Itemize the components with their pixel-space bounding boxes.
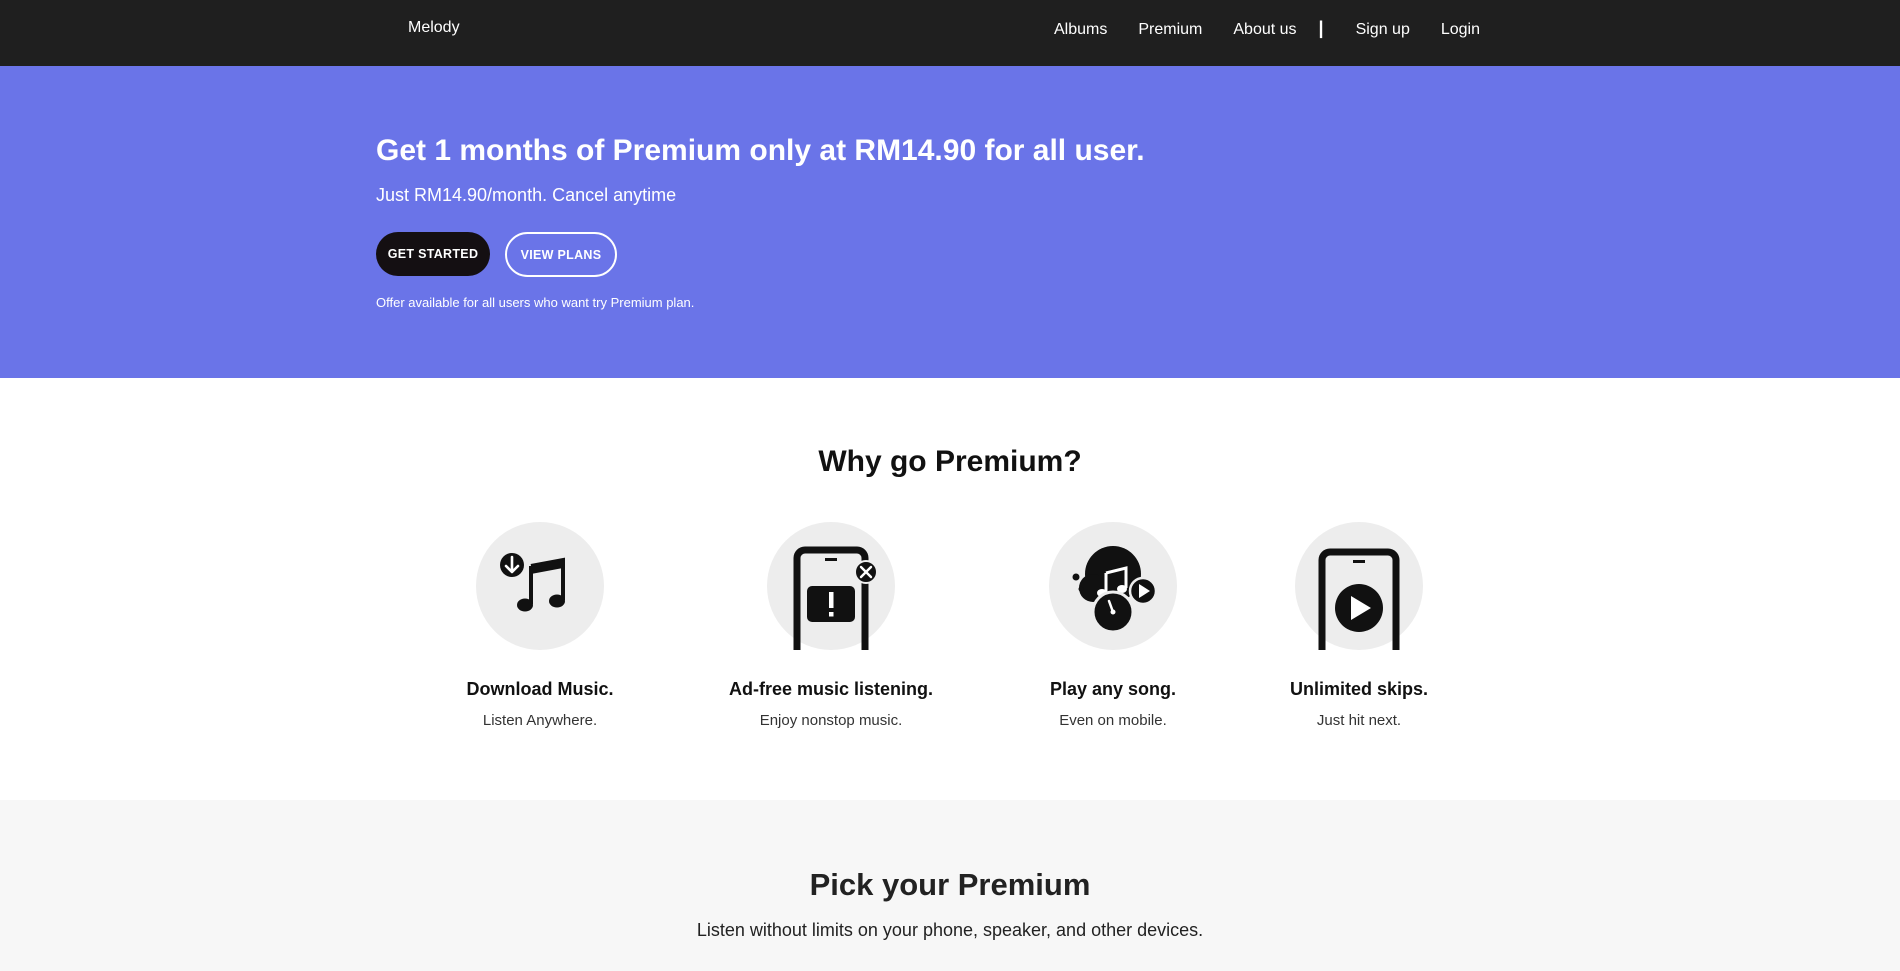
why-premium-title: Why go Premium?: [818, 445, 1082, 478]
feature-title: Download Music.: [466, 679, 614, 699]
feature-desc: Just hit next.: [1316, 712, 1402, 729]
hero-title: Get 1 months of Premium only at RM14.90 …: [376, 134, 1145, 167]
hero-subtitle: Just RM14.90/month. Cancel anytime: [376, 185, 677, 205]
feature-ad-free: Ad-free music listening. Enjoy nonstop m…: [701, 522, 961, 729]
get-started-button[interactable]: GET STARTED: [376, 232, 490, 276]
feature-download: Download Music. Listen Anywhere.: [410, 522, 670, 729]
pick-premium-subtitle: Listen without limits on your phone, spe…: [696, 920, 1204, 940]
unlimited-skips-icon: [1295, 522, 1423, 650]
feature-title: Play any song.: [1049, 679, 1177, 699]
nav-albums-link[interactable]: Albums: [1054, 21, 1107, 39]
nav-premium-link[interactable]: Premium: [1138, 21, 1202, 39]
feature-desc: Listen Anywhere.: [482, 712, 598, 729]
why-premium-section: Why go Premium? Download Music. Listen A…: [0, 378, 1900, 800]
login-link[interactable]: Login: [1441, 21, 1480, 39]
pick-premium-section: Pick your Premium Listen without limits …: [0, 800, 1900, 971]
feature-title: Unlimited skips.: [1289, 679, 1429, 699]
play-any-song-icon: [1049, 522, 1177, 650]
nav-separator: |: [1318, 18, 1324, 38]
feature-title: Ad-free music listening.: [728, 679, 934, 699]
nav-about-link[interactable]: About us: [1233, 21, 1296, 39]
offer-note: Offer available for all users who want t…: [376, 295, 695, 310]
feature-desc: Even on mobile.: [1059, 712, 1167, 729]
feature-play-any: Play any song. Even on mobile.: [983, 522, 1243, 729]
nav-links: Albums Premium About us | Sign up Login: [1054, 18, 1480, 39]
view-plans-button[interactable]: VIEW PLANS: [505, 232, 617, 277]
signup-link[interactable]: Sign up: [1356, 21, 1410, 39]
brand-logo[interactable]: Melody: [408, 19, 460, 37]
ad-free-icon: [767, 522, 895, 650]
hero-banner: Get 1 months of Premium only at RM14.90 …: [0, 66, 1900, 378]
feature-desc: Enjoy nonstop music.: [759, 712, 903, 729]
navbar: Melody Albums Premium About us | Sign up…: [0, 0, 1900, 66]
feature-skips: Unlimited skips. Just hit next.: [1229, 522, 1489, 729]
pick-premium-title: Pick your Premium: [809, 867, 1091, 902]
download-music-icon: [476, 522, 604, 650]
